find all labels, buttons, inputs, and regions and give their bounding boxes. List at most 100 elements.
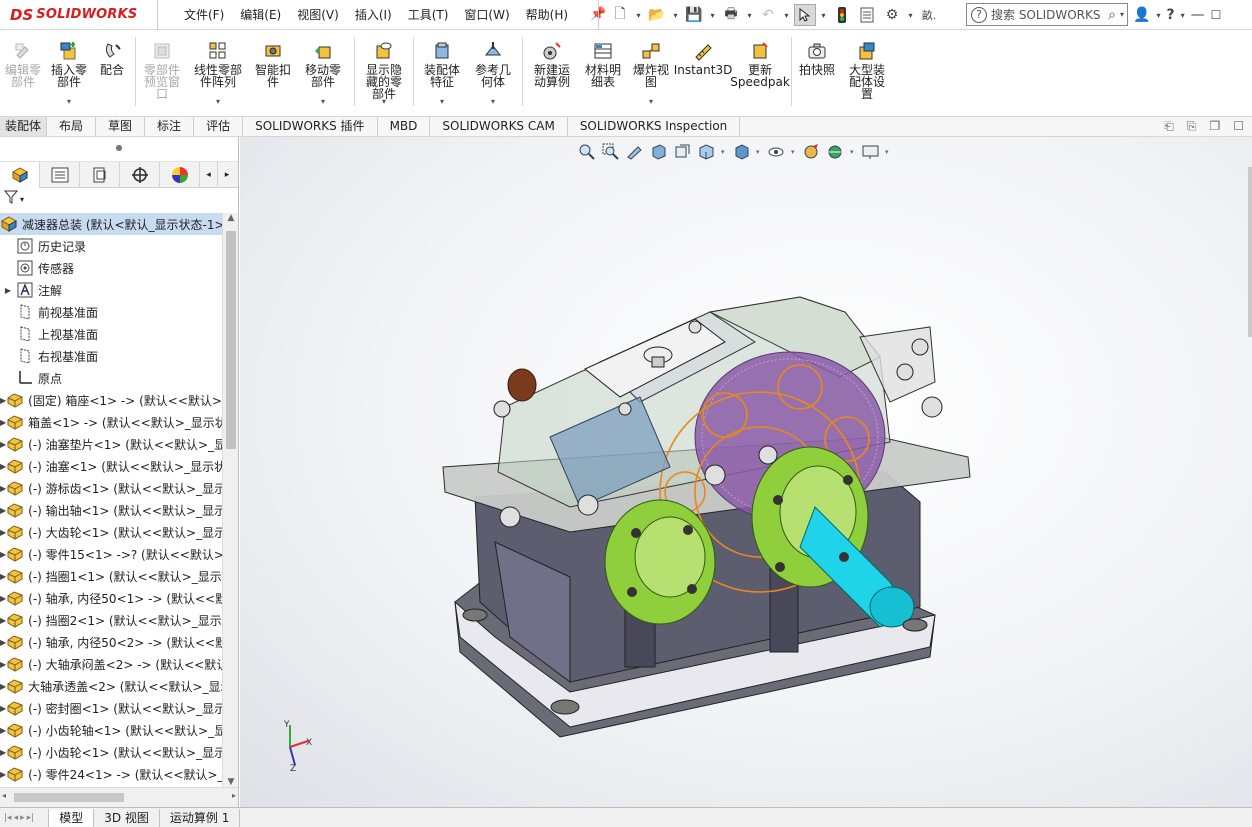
print-icon[interactable]: 🖶: [720, 4, 742, 26]
user-icon[interactable]: 👤: [1133, 7, 1150, 23]
tab-6[interactable]: MBD: [378, 117, 431, 136]
search-dropdown-icon[interactable]: ▾: [1120, 10, 1124, 19]
ribbon-dropdown-icon[interactable]: ▾: [216, 96, 220, 108]
bom-button[interactable]: 材料明 细表: [578, 31, 628, 116]
open-dropdown-icon[interactable]: ▾: [671, 4, 680, 26]
ribbon-dropdown-icon[interactable]: ▾: [382, 96, 386, 108]
menu-item[interactable]: 视图(V): [289, 6, 347, 23]
speedpak-button[interactable]: 更新 Speedpak: [730, 31, 790, 116]
minimize-icon[interactable]: —: [1191, 7, 1205, 23]
instant3d-button[interactable]: Instant3D: [674, 31, 732, 116]
save-dropdown-icon[interactable]: ▾: [708, 4, 717, 26]
undo-dropdown-icon[interactable]: ▾: [782, 4, 791, 26]
open-folder-icon[interactable]: 📂: [646, 4, 668, 26]
exploded-view-button[interactable]: 爆炸视 图 ▾: [628, 31, 674, 116]
tab-5[interactable]: SOLIDWORKS 插件: [243, 117, 378, 136]
save-icon[interactable]: 💾: [683, 4, 705, 26]
tab-1[interactable]: 布局: [47, 117, 97, 136]
tree-item[interactable]: ▶箱盖<1> -> (默认<<默认>_显示状态 1>): [0, 411, 222, 433]
bottom-tab-2[interactable]: 运动算例 1: [160, 808, 241, 827]
tree-item[interactable]: ▶(-) 小齿轮<1> (默认<<默认>_显示状态 1>): [0, 741, 222, 763]
tree-item[interactable]: ▶(-) 大轴承闷盖<2> -> (默认<<默认>_显示状态 1>): [0, 653, 222, 675]
help-dropdown-icon[interactable]: ▾: [1181, 11, 1185, 20]
tree-item[interactable]: ▶(-) 小齿轮轴<1> (默认<<默认>_显示状态 1>): [0, 719, 222, 741]
tree-root-assembly[interactable]: 减速器总装 (默认<默认_显示状态-1>): [0, 213, 222, 235]
first-tab-icon[interactable]: |◂: [4, 813, 12, 823]
new-document-icon[interactable]: 🗋: [609, 4, 631, 26]
next-tab-icon[interactable]: ▸: [20, 813, 25, 823]
menu-item[interactable]: 窗口(W): [456, 6, 517, 23]
scroll-right-icon[interactable]: ▸: [232, 791, 236, 800]
tree-item[interactable]: ▶(-) 零件15<1> ->? (默认<<默认>_显示状态 1>): [0, 543, 222, 565]
scrollbar-thumb[interactable]: [226, 231, 236, 449]
panel-tab-scroll-right[interactable]: ▸: [218, 162, 236, 188]
mate-button[interactable]: 配合: [92, 31, 132, 116]
tree-item[interactable]: ▶(固定) 箱座<1> -> (默认<<默认>_显示状态 1>): [0, 389, 222, 411]
graphics-area[interactable]: ▾ ▾ ▾ ▾ ▾ Y X Z: [240, 137, 1252, 807]
tree-item[interactable]: 右视基准面: [0, 345, 222, 367]
tree-item[interactable]: ▶(-) 轴承, 内径50<2> -> (默认<<默认>_显示状态 1>): [0, 631, 222, 653]
last-tab-icon[interactable]: ▸|: [27, 813, 35, 823]
select-dropdown-icon[interactable]: ▾: [819, 4, 828, 26]
tree-item[interactable]: ▶(-) 油塞垫片<1> (默认<<默认>_显示状态 1>): [0, 433, 222, 455]
tree-item[interactable]: ▶大轴承透盖<2> (默认<<默认>_显示状态 1>): [0, 675, 222, 697]
select-pointer-icon[interactable]: [794, 4, 816, 26]
snapshot-button[interactable]: 拍快照: [795, 31, 839, 116]
menu-item[interactable]: 插入(I): [347, 6, 400, 23]
tree-item[interactable]: ▶(-) 输出轴<1> (默认<<默认>_显示状态 1>): [0, 499, 222, 521]
tree-item[interactable]: ▶(-) 游标齿<1> (默认<<默认>_显示状态 1>): [0, 477, 222, 499]
expand-arrow-icon[interactable]: ▶: [0, 286, 16, 295]
tree-item[interactable]: ▶(-) 挡圈1<1> (默认<<默认>_显示状态 1>): [0, 565, 222, 587]
smart-fasteners-button[interactable]: 智能扣 件: [251, 31, 295, 116]
large-assembly-button[interactable]: 大型装 配体设 置: [839, 31, 895, 116]
filter-dropdown-icon[interactable]: ▾: [20, 195, 24, 204]
tab-4[interactable]: 评估: [194, 117, 244, 136]
print-dropdown-icon[interactable]: ▾: [745, 4, 754, 26]
menu-item[interactable]: 工具(T): [400, 6, 457, 23]
search-input[interactable]: 搜索 SOLIDWORKS: [991, 6, 1100, 23]
tree-item[interactable]: 传感器: [0, 257, 222, 279]
tree-item[interactable]: ▶(-) 零件24<1> -> (默认<<默认>_显示状态 1>): [0, 763, 222, 785]
options-dropdown-icon[interactable]: ▾: [906, 4, 915, 26]
next-icon[interactable]: ⎘: [1187, 119, 1197, 134]
ribbon-dropdown-icon[interactable]: ▾: [491, 96, 495, 108]
scroll-left-icon[interactable]: ◂: [2, 791, 6, 800]
tab-3[interactable]: 标注: [145, 117, 195, 136]
tab-2[interactable]: 草图: [96, 117, 146, 136]
ribbon-dropdown-icon[interactable]: ▾: [321, 96, 325, 108]
options-gear-icon[interactable]: ⚙: [881, 4, 903, 26]
reference-geometry-button[interactable]: 参考几 何体 ▾: [467, 31, 519, 116]
menu-item[interactable]: 文件(F): [176, 6, 232, 23]
gearbox-model[interactable]: Y X Z: [240, 137, 1252, 807]
scroll-up-icon[interactable]: ▲: [223, 213, 239, 223]
file-properties-icon[interactable]: [856, 4, 878, 26]
menu-item[interactable]: 编辑(E): [232, 6, 289, 23]
tab-7[interactable]: SOLIDWORKS CAM: [430, 117, 568, 136]
ribbon-dropdown-icon[interactable]: ▾: [440, 96, 444, 108]
previous-icon[interactable]: ⎗: [1164, 119, 1174, 134]
scroll-down-icon[interactable]: ▼: [223, 777, 239, 787]
tree-item[interactable]: 原点: [0, 367, 222, 389]
tree-item[interactable]: ▶(-) 密封圈<1> (默认<<默认>_显示状态 1>): [0, 697, 222, 719]
user-dropdown-icon[interactable]: ▾: [1156, 11, 1160, 20]
tree-item[interactable]: ▶(-) 挡圈2<1> (默认<<默认>_显示状态 1>): [0, 609, 222, 631]
tree-item[interactable]: ▶(-) 大齿轮<1> (默认<<默认>_显示状态 1>): [0, 521, 222, 543]
display-manager-tab[interactable]: [160, 161, 200, 188]
tab-8[interactable]: SOLIDWORKS Inspection: [568, 117, 741, 136]
new-dropdown-icon[interactable]: ▾: [634, 4, 643, 26]
hscroll-thumb[interactable]: [14, 793, 124, 802]
tree-item[interactable]: ▶ 注解: [0, 279, 222, 301]
tree-item[interactable]: ▶(-) 油塞<1> (默认<<默认>_显示状态 1>): [0, 455, 222, 477]
search-icon[interactable]: ⌕: [1108, 7, 1116, 23]
panel-splitter-handle[interactable]: ●: [0, 137, 238, 162]
tree-vertical-scrollbar[interactable]: ▲ ▼: [222, 213, 238, 787]
menu-item[interactable]: 帮助(H): [518, 6, 576, 23]
overflow-icon[interactable]: 畝.: [918, 4, 940, 26]
restore-icon[interactable]: ❐: [1209, 119, 1220, 134]
search-box[interactable]: ? 搜索 SOLIDWORKS ⌕ ▾: [966, 3, 1128, 26]
configuration-manager-tab[interactable]: [80, 161, 120, 188]
assembly-features-button[interactable]: 装配体 特征 ▾: [417, 31, 467, 116]
bottom-tab-1[interactable]: 3D 视图: [94, 808, 160, 827]
solidworks-logo[interactable]: DS SOLIDWORKS: [0, 0, 158, 30]
filter-icon[interactable]: [3, 190, 19, 208]
